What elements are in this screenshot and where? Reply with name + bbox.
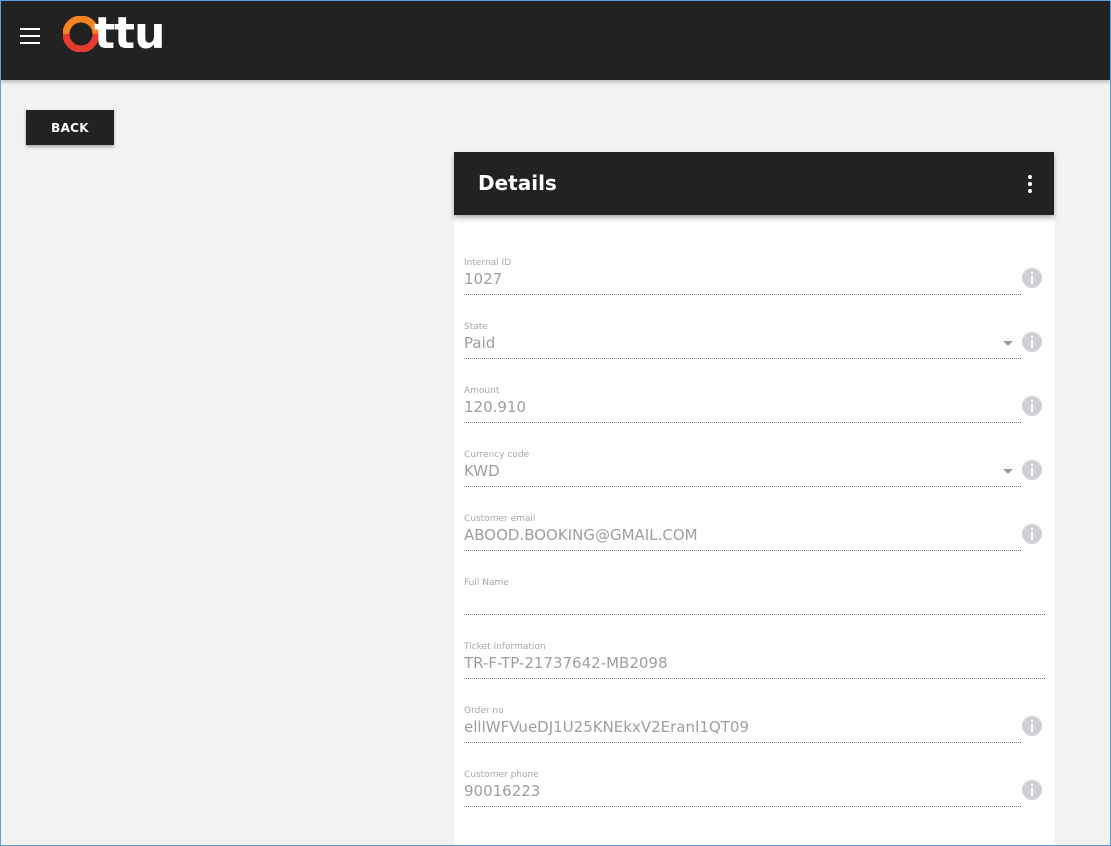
hamburger-menu-icon[interactable] — [20, 28, 40, 44]
info-icon[interactable] — [1022, 460, 1042, 480]
customer-email-label: Customer email — [464, 514, 536, 524]
info-icon[interactable] — [1022, 716, 1042, 736]
customer-email-field[interactable]: Customer email ABOOD.BOOKING@GMAIL.COM — [464, 514, 1044, 570]
logo-wordmark: ttu — [94, 8, 165, 59]
customer-phone-underline — [464, 806, 1021, 807]
internal-id-value[interactable]: 1027 — [464, 270, 502, 288]
order-no-value[interactable]: elllWFVueDJ1U25KNEkxV2EranI1QT09 — [464, 718, 749, 736]
order-no-label: Order no — [464, 706, 504, 716]
internal-id-field[interactable]: Internal ID 1027 — [464, 258, 1044, 314]
currency-code-field[interactable]: Currency code KWD — [464, 450, 1044, 506]
state-label: State — [464, 322, 488, 332]
order-no-field[interactable]: Order no elllWFVueDJ1U25KNEkxV2EranI1QT09 — [464, 706, 1044, 762]
amount-label: Amount — [464, 386, 500, 396]
ticket-information-field[interactable]: Ticket Information TR-F-TP-21737642-MB209… — [464, 642, 1045, 698]
customer-phone-value[interactable]: 90016223 — [464, 782, 540, 800]
customer-phone-label: Customer phone — [464, 770, 539, 780]
top-app-bar: ttu — [1, 1, 1110, 80]
back-button[interactable]: BACK — [26, 110, 114, 145]
order-no-underline — [464, 742, 1021, 743]
currency-code-label: Currency code — [464, 450, 530, 460]
state-value[interactable]: Paid — [464, 334, 495, 352]
ticket-information-label: Ticket Information — [464, 642, 546, 652]
internal-id-underline — [464, 294, 1021, 295]
info-icon[interactable] — [1022, 268, 1042, 288]
details-title: Details — [478, 171, 557, 195]
info-icon[interactable] — [1022, 524, 1042, 544]
chevron-down-icon[interactable] — [1003, 341, 1013, 346]
full-name-underline — [464, 614, 1045, 615]
full-name-label: Full Name — [464, 578, 509, 588]
currency-code-value[interactable]: KWD — [464, 462, 500, 480]
customer-email-value[interactable]: ABOOD.BOOKING@GMAIL.COM — [464, 526, 698, 544]
details-card-body: Internal ID 1027 State Paid Amount 120.910 Cur… — [454, 216, 1054, 845]
customer-phone-field[interactable]: Customer phone 90016223 — [464, 770, 1044, 826]
customer-email-underline — [464, 550, 1021, 551]
state-field[interactable]: State Paid — [464, 322, 1044, 378]
currency-code-underline — [464, 486, 1021, 487]
amount-field[interactable]: Amount 120.910 — [464, 386, 1044, 442]
internal-id-label: Internal ID — [464, 258, 512, 268]
info-icon[interactable] — [1022, 332, 1042, 352]
amount-underline — [464, 422, 1021, 423]
state-underline — [464, 358, 1021, 359]
app-window: ttu BACK Internal ID 1027 State Paid Amount 1… — [0, 0, 1111, 846]
details-card-header: Details — [454, 152, 1054, 215]
info-icon[interactable] — [1022, 396, 1042, 416]
ticket-information-value[interactable]: TR-F-TP-21737642-MB2098 — [464, 654, 668, 672]
info-icon[interactable] — [1022, 780, 1042, 800]
amount-value[interactable]: 120.910 — [464, 398, 526, 416]
full-name-field[interactable]: Full Name — [464, 578, 1045, 634]
more-vertical-icon[interactable] — [1026, 175, 1034, 193]
ticket-information-underline — [464, 678, 1045, 679]
chevron-down-icon[interactable] — [1003, 469, 1013, 474]
